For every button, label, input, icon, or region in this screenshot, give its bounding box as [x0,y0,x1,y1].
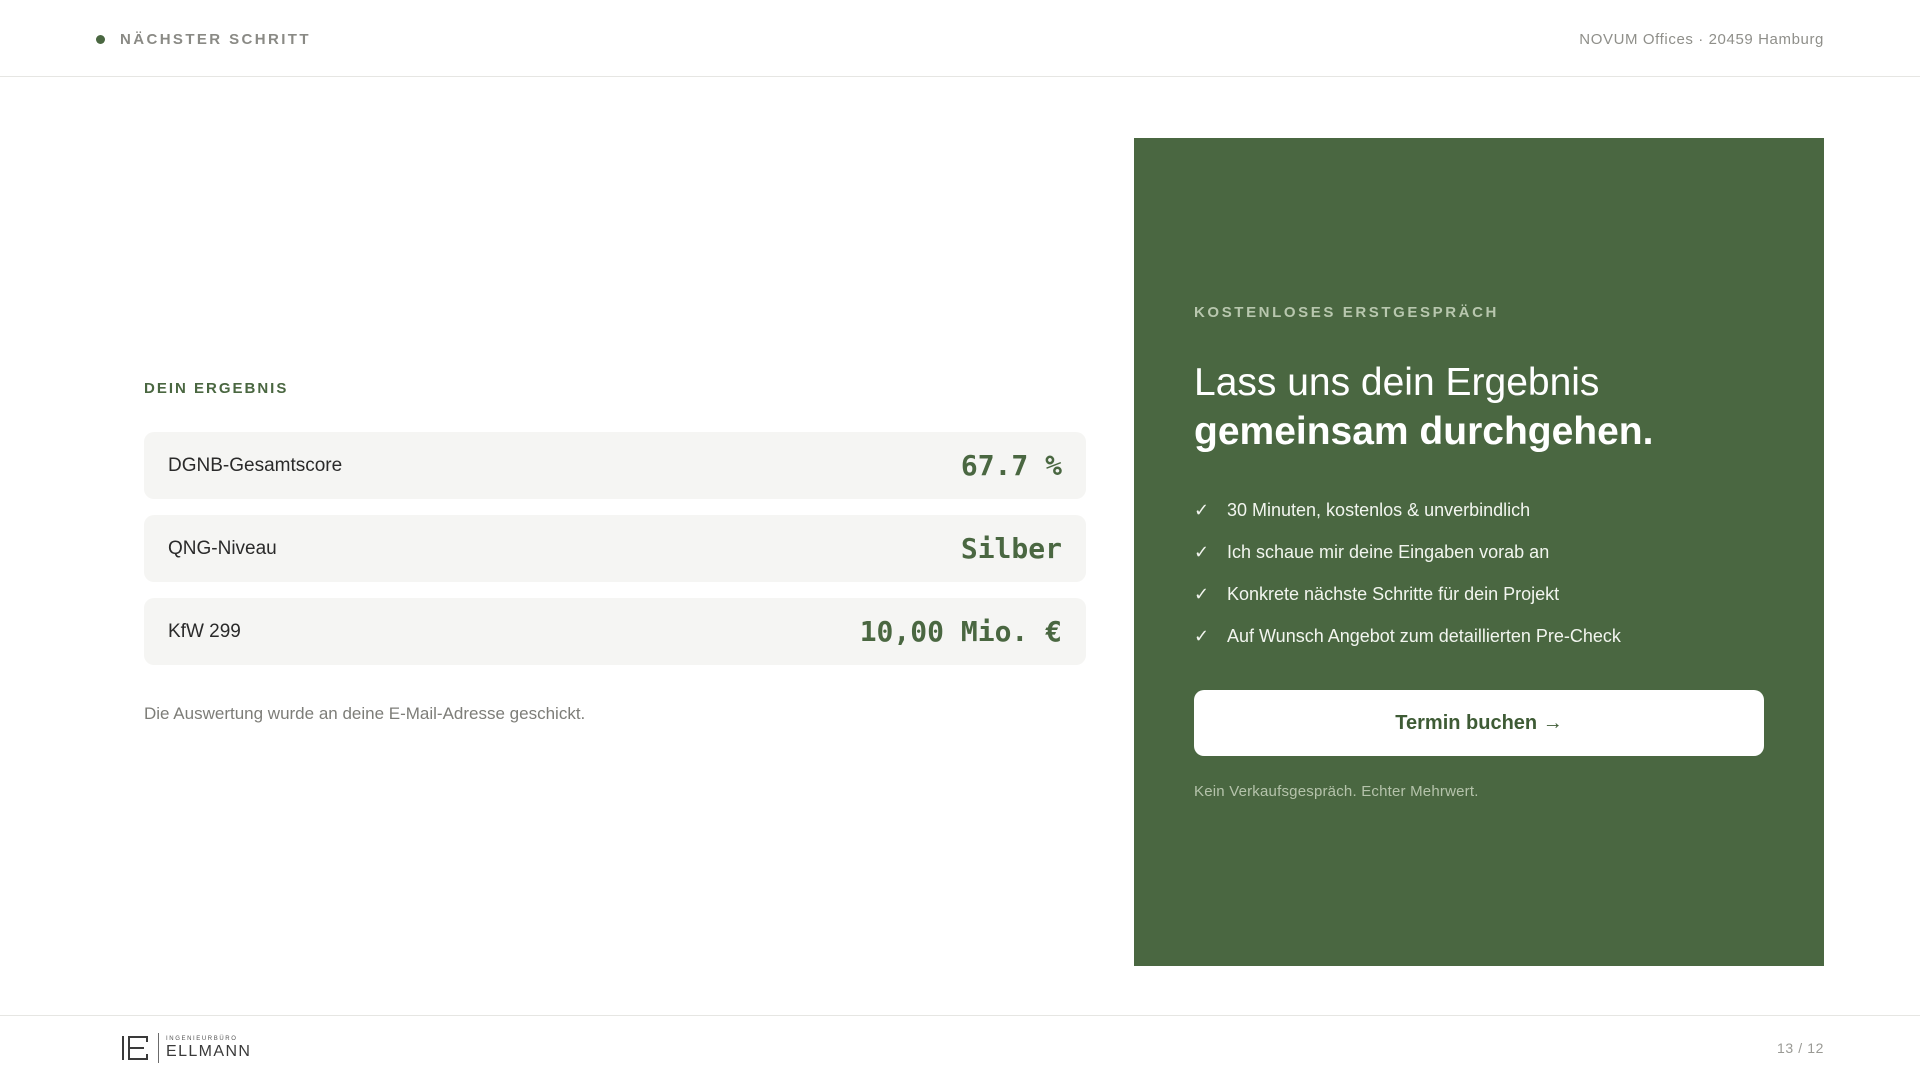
benefit-text: Ich schaue mir deine Eingaben vorab an [1227,541,1550,562]
result-value: 10,00 Mio. € [859,615,1062,648]
consultation-note: Kein Verkaufsgespräch. Echter Mehrwert. [1194,783,1479,800]
logo-mark-icon [122,1036,148,1060]
result-label: DGNB-Gesamtscore [168,454,343,476]
consultation-panel: KOSTENLOSES ERSTGESPRÄCH Lass uns dein E… [1134,138,1824,966]
step-label: NÄCHSTER SCHRITT [120,31,311,48]
checkmark-icon: ✓ [1194,583,1210,604]
book-appointment-button[interactable]: Termin buchen → [1194,690,1764,756]
logo-wordmark: INGENIEURBÜRO ELLMANN [158,1033,251,1063]
result-card-qng: QNG-Niveau Silber [144,515,1086,582]
result-value: 67.7 % [960,449,1062,482]
top-bar: NÄCHSTER SCHRITT NOVUM Offices · 20459 H… [0,0,1920,77]
list-item: ✓ Ich schaue mir deine Eingaben vorab an [1194,531,1621,573]
result-label: QNG-Niveau [168,537,277,559]
office-location: NOVUM Offices · 20459 Hamburg [1579,31,1824,48]
checkmark-icon: ✓ [1194,499,1210,520]
list-item: ✓ Konkrete nächste Schritte für dein Pro… [1194,573,1621,615]
results-heading: DEIN ERGEBNIS [144,380,289,397]
results-email-note: Die Auswertung wurde an deine E-Mail-Adr… [144,704,586,723]
page-number: 13 / 12 [1776,1040,1824,1056]
benefit-text: Auf Wunsch Angebot zum detaillierten Pre… [1227,625,1621,646]
benefit-text: Konkrete nächste Schritte für dein Proje… [1227,583,1560,604]
logo-subtitle: INGENIEURBÜRO [166,1036,238,1042]
list-item: ✓ 30 Minuten, kostenlos & unverbindlich [1194,489,1621,531]
list-item: ✓ Auf Wunsch Angebot zum detaillierten P… [1194,615,1621,657]
logo-title: ELLMANN [166,1043,252,1060]
consultation-kicker: KOSTENLOSES ERSTGESPRÄCH [1194,304,1499,321]
result-label: KfW 299 [168,620,241,642]
consultation-title-line-2: gemeinsam durchgehen. [1194,410,1654,453]
consultation-title: Lass uns dein Ergebnis gemeinsam durchge… [1194,358,1794,456]
footer: INGENIEURBÜRO ELLMANN 13 / 12 [0,1015,1920,1080]
benefit-list: ✓ 30 Minuten, kostenlos & unverbindlich … [1194,489,1621,657]
consultation-title-line-1: Lass uns dein Ergebnis [1194,361,1600,404]
benefit-text: 30 Minuten, kostenlos & unverbindlich [1227,499,1531,520]
step-dot-icon [96,35,105,44]
checkmark-icon: ✓ [1194,625,1210,646]
result-card-dgnb: DGNB-Gesamtscore 67.7 % [144,432,1086,499]
result-value: Silber [960,532,1062,565]
checkmark-icon: ✓ [1194,541,1210,562]
step-indicator: NÄCHSTER SCHRITT [96,31,311,48]
company-logo: INGENIEURBÜRO ELLMANN [120,1032,251,1064]
result-card-kfw: KfW 299 10,00 Mio. € [144,598,1086,665]
